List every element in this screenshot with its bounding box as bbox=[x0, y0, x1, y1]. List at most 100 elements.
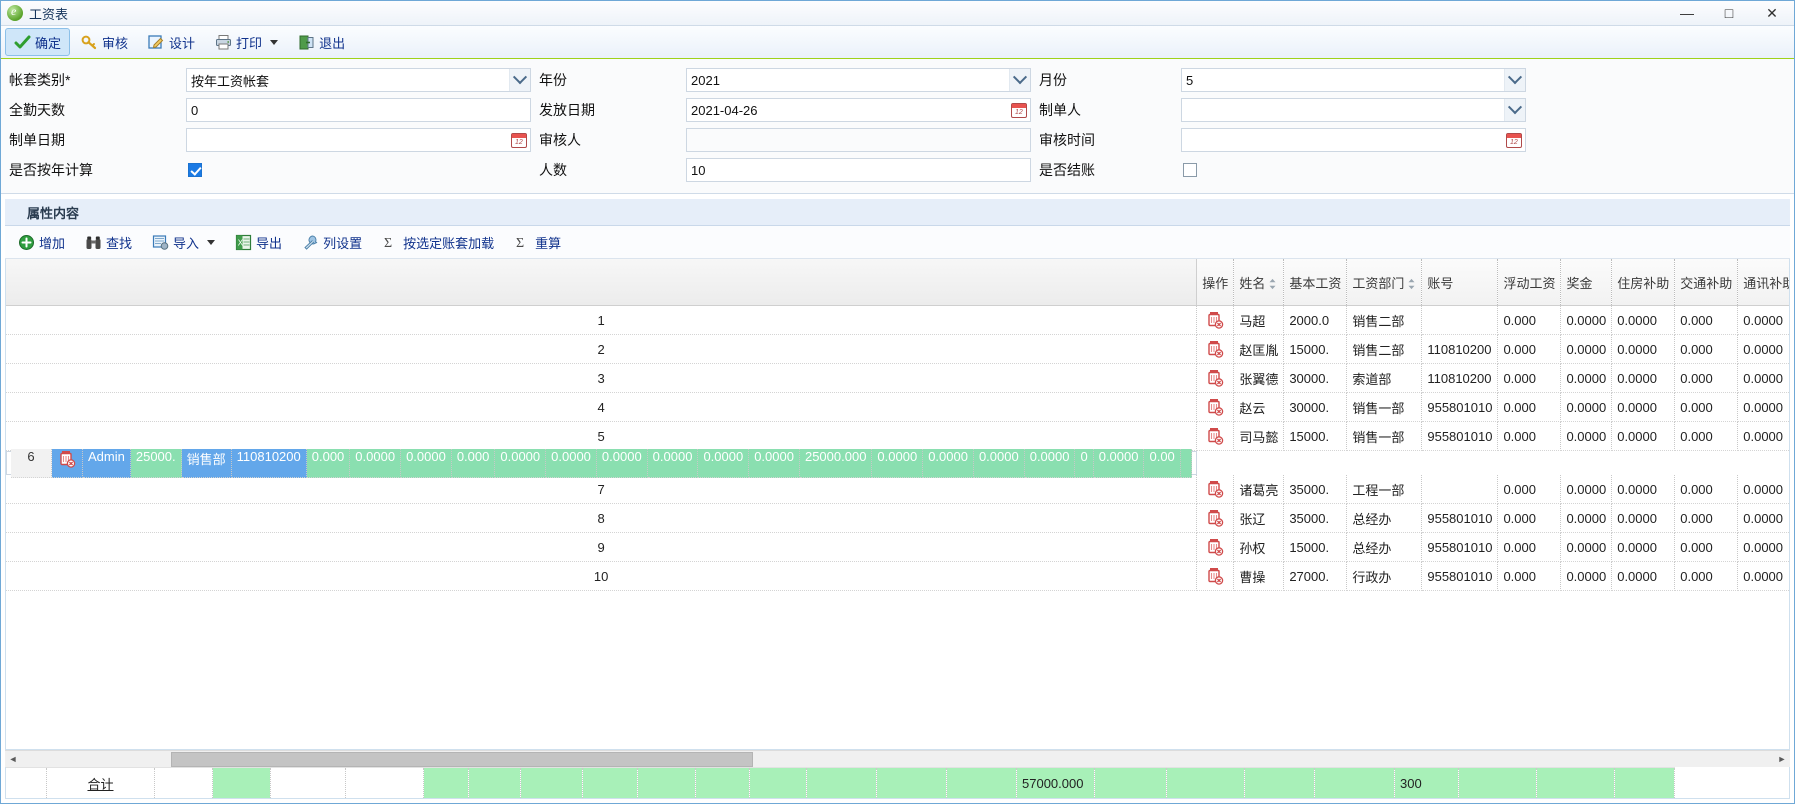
cell-taxable[interactable]: 0.0000 bbox=[1024, 448, 1076, 478]
close-button[interactable]: ✕ bbox=[1750, 1, 1794, 25]
field-prepare-date[interactable] bbox=[186, 128, 531, 152]
cell-bonus[interactable]: 0.0000 bbox=[1560, 421, 1613, 451]
audit-button[interactable]: 审核 bbox=[72, 28, 137, 56]
delete-row-icon[interactable] bbox=[1205, 339, 1225, 359]
cell-house[interactable]: 0.0000 bbox=[1611, 305, 1676, 335]
cell-dept[interactable]: 行政办 bbox=[1346, 561, 1423, 591]
delete-row-icon[interactable] bbox=[1205, 566, 1225, 586]
cell-bonus[interactable]: 0.0000 bbox=[350, 448, 402, 478]
delete-row-icon[interactable] bbox=[1205, 310, 1225, 330]
add-button[interactable]: 增加 bbox=[9, 228, 74, 256]
cell-bonus[interactable]: 0.0000 bbox=[1560, 305, 1613, 335]
cell-traffic[interactable]: 0.000 bbox=[451, 448, 496, 478]
cell-house[interactable]: 0.0000 bbox=[1611, 503, 1676, 533]
cell-dept[interactable]: 总经办 bbox=[1346, 503, 1423, 533]
field-preparer[interactable] bbox=[1181, 98, 1526, 122]
field-month[interactable]: 5 bbox=[1181, 68, 1526, 92]
cell-traffic[interactable]: 0.000 bbox=[1674, 503, 1739, 533]
cell-base[interactable]: 30000. bbox=[1283, 392, 1348, 422]
cell-name[interactable]: 曹操 bbox=[1233, 561, 1285, 591]
cell-comm[interactable]: 0.0000 bbox=[1737, 532, 1789, 562]
cell-house[interactable]: 0.0000 bbox=[1611, 532, 1676, 562]
cell-traffic[interactable]: 0.000 bbox=[1674, 363, 1739, 393]
cell-prewh[interactable]: 0.0000 bbox=[1093, 448, 1145, 478]
column-header-comm[interactable]: 通讯补助 bbox=[1737, 259, 1789, 306]
cell-dept[interactable]: 索道部 bbox=[1346, 363, 1423, 393]
cell-contin[interactable] bbox=[1180, 448, 1192, 478]
cell-name[interactable]: 孙权 bbox=[1233, 532, 1285, 562]
cell-float[interactable]: 0.000 bbox=[1497, 305, 1562, 335]
column-header-house[interactable]: 住房补助 bbox=[1611, 259, 1676, 306]
scroll-right-arrow[interactable]: ► bbox=[1774, 751, 1790, 767]
cell-dept[interactable]: 销售部 bbox=[181, 448, 232, 478]
pay-date-input[interactable] bbox=[686, 98, 1031, 122]
delete-row-icon[interactable] bbox=[1205, 426, 1225, 446]
delete-row-button[interactable] bbox=[1196, 475, 1235, 504]
field-settled[interactable] bbox=[1181, 163, 1526, 177]
delete-row-button[interactable] bbox=[1196, 421, 1235, 451]
cell-traffic[interactable]: 0.000 bbox=[1674, 421, 1739, 451]
cell-acct[interactable] bbox=[1421, 305, 1499, 335]
cell-hour[interactable]: 0.0000 bbox=[647, 448, 699, 478]
cell-traffic[interactable]: 0.000 bbox=[1674, 334, 1739, 364]
delete-row-button[interactable] bbox=[1196, 503, 1235, 533]
table-row[interactable]: 7 诸葛亮 35000. 工程一部 0.000 0.0000 0.0000 0.000 0.00… bbox=[6, 475, 1789, 504]
cell-house[interactable]: 0.0000 bbox=[1611, 561, 1676, 591]
cell-name[interactable]: Admin bbox=[83, 448, 131, 478]
cell-acct[interactable]: 110810200 bbox=[1421, 363, 1499, 393]
cell-piece[interactable]: 0.0000 bbox=[546, 448, 597, 478]
prepare-date-input[interactable] bbox=[186, 128, 531, 152]
cell-fund[interactable]: 0.0000 bbox=[923, 448, 974, 478]
calendar-icon[interactable] bbox=[1505, 131, 1523, 149]
cell-base[interactable]: 35000. bbox=[1283, 503, 1348, 533]
column-header-acct[interactable]: 账号 bbox=[1421, 259, 1499, 306]
cell-base[interactable]: 15000. bbox=[1283, 532, 1348, 562]
delete-row-button[interactable] bbox=[1196, 532, 1235, 562]
delete-row-button[interactable] bbox=[1196, 305, 1235, 335]
cell-float[interactable]: 0.000 bbox=[1497, 392, 1562, 422]
cell-comm[interactable]: 0.0000 bbox=[1737, 421, 1789, 451]
cell-dept[interactable]: 销售一部 bbox=[1346, 421, 1423, 451]
cell-house[interactable]: 0.0000 bbox=[401, 448, 452, 478]
auditor-input[interactable] bbox=[686, 128, 1031, 152]
cell-base[interactable]: 2000.0 bbox=[1283, 305, 1348, 335]
chevron-down-icon[interactable] bbox=[509, 69, 530, 91]
calc-by-year-checkbox[interactable] bbox=[188, 163, 202, 177]
chevron-down-icon[interactable] bbox=[270, 39, 279, 45]
cell-comm[interactable]: 0.0000 bbox=[1737, 503, 1789, 533]
cell-comm[interactable]: 0.0000 bbox=[1737, 363, 1789, 393]
cell-util[interactable]: 0.0000 bbox=[698, 448, 750, 478]
cell-name[interactable]: 马超 bbox=[1233, 305, 1285, 335]
cell-bonus[interactable]: 0.0000 bbox=[1560, 561, 1613, 591]
field-full-attendance-days[interactable] bbox=[186, 98, 531, 122]
cell-float[interactable]: 0.000 bbox=[1497, 475, 1562, 504]
column-header-traffic[interactable]: 交通补助 bbox=[1674, 259, 1739, 306]
cell-house[interactable]: 0.0000 bbox=[1611, 363, 1676, 393]
column-header-base[interactable]: 基本工资 bbox=[1283, 259, 1348, 306]
cell-house[interactable]: 0.0000 bbox=[1611, 475, 1676, 504]
table-row[interactable]: 10 曹操 27000. 行政办 955801010 0.000 0.0000 0.0000 0… bbox=[6, 561, 1789, 591]
cell-dept[interactable]: 工程一部 bbox=[1346, 475, 1423, 504]
cell-unemp[interactable]: 0.0000 bbox=[973, 448, 1025, 478]
exit-button[interactable]: 退出 bbox=[289, 28, 354, 56]
scrollbar-thumb[interactable] bbox=[171, 752, 753, 767]
import-button[interactable]: 导入 bbox=[143, 228, 224, 256]
cell-comm[interactable]: 0.0000 bbox=[1737, 392, 1789, 422]
cell-float[interactable]: 0.000 bbox=[1497, 532, 1562, 562]
cell-bonus[interactable]: 0.0000 bbox=[1560, 475, 1613, 504]
table-row[interactable]: 6 Admin 25000. 销售部 110810200 0.000 0.0000 0.000… bbox=[6, 448, 1197, 478]
cell-acct[interactable]: 955801010 bbox=[1421, 392, 1499, 422]
column-header-name[interactable]: 姓名 bbox=[1233, 259, 1285, 306]
cell-acct[interactable]: 955801010 bbox=[1421, 561, 1499, 591]
column-header-dept[interactable]: 工资部门 bbox=[1346, 259, 1423, 306]
cell-bonus[interactable]: 0.0000 bbox=[1560, 532, 1613, 562]
delete-row-button[interactable] bbox=[1196, 561, 1235, 591]
field-account-category[interactable]: 按年工资帐套 bbox=[186, 68, 531, 92]
cell-dept[interactable]: 销售二部 bbox=[1346, 334, 1423, 364]
field-year[interactable]: 2021 bbox=[686, 68, 1031, 92]
cell-acct[interactable]: 110810200 bbox=[1421, 334, 1499, 364]
cell-name[interactable]: 张辽 bbox=[1233, 503, 1285, 533]
cell-bonus[interactable]: 0.0000 bbox=[1560, 392, 1613, 422]
cell-house[interactable]: 0.0000 bbox=[1611, 392, 1676, 422]
cell-comm[interactable]: 0.0000 bbox=[1737, 334, 1789, 364]
